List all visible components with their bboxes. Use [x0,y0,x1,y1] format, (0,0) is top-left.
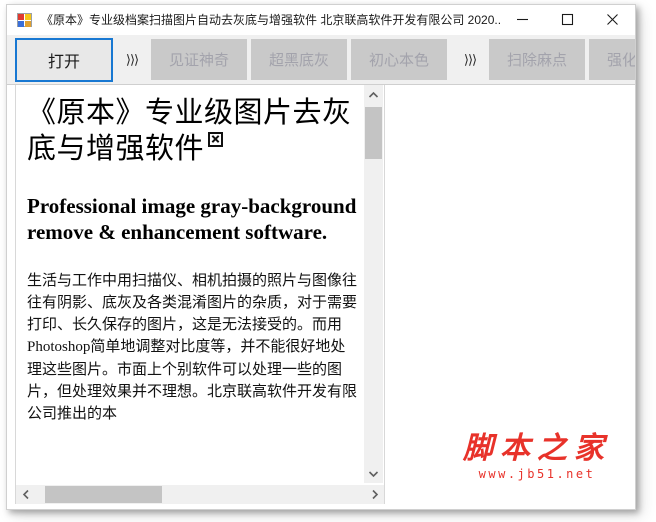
scroll-down-button[interactable] [364,464,383,483]
client-area: 《原本》专业级图片去灰底与增强软件 Professional image gra… [7,85,635,509]
title-bar: 《原本》专业级档案扫描图片自动去灰底与增强软件 北京联高软件开发有限公司 202… [7,5,635,35]
maximize-button[interactable] [545,6,590,34]
minimize-button[interactable] [500,6,545,34]
vertical-scroll-thumb[interactable] [365,107,382,159]
document-heading-cn: 《原本》专业级图片去灰底与增强软件 [27,95,359,167]
chevron-down-icon [368,470,379,477]
body-text-part1: 生活与工作中用扫描仪、相机拍摄的照片与图像往往有阴影、底灰及各类混淆图片的杂质，… [27,271,358,333]
enhance-contrast-button[interactable]: 强化对比 [589,39,635,80]
watermark-text: 脚本之家 [463,432,611,465]
witness-magic-button[interactable]: 见证神奇 [151,39,247,80]
toolbar-separator-1: ⟩⟩⟩ [125,51,139,67]
document-pane: 《原本》专业级图片去灰底与增强软件 Professional image gra… [15,85,385,504]
watermark: 脚本之家 www.jb51.net [463,433,611,482]
chevron-up-icon [368,91,379,98]
scroll-up-button[interactable] [364,85,383,104]
minimize-icon [517,18,528,21]
close-icon [607,14,618,25]
chevron-left-icon [22,489,29,500]
ultra-black-background-button[interactable]: 超黑底灰 [251,39,347,80]
open-button[interactable]: 打开 [15,37,113,82]
scroll-left-button[interactable] [16,485,35,504]
document-heading-en: Professional image gray-background remov… [27,194,357,244]
window-title: 《原本》专业级档案扫描图片自动去灰底与增强软件 北京联高软件开发有限公司 202… [41,12,500,27]
document-body-paragraph: 生活与工作中用扫描仪、相机拍摄的照片与图像往往有阴影、底灰及各类混淆图片的杂质，… [27,269,359,424]
horizontal-scroll-thumb[interactable] [45,486,162,503]
chevron-right-icon [371,489,378,500]
close-button[interactable] [590,6,635,34]
vertical-scrollbar[interactable] [364,85,383,483]
watermark-url: www.jb51.net [478,467,596,481]
broken-image-icon [208,132,224,147]
application-window: 《原本》专业级档案扫描图片自动去灰底与增强软件 北京联高软件开发有限公司 202… [6,4,636,510]
body-text-photoshop: Photoshop [27,339,91,355]
original-color-button[interactable]: 初心本色 [351,39,447,80]
document-text-viewport[interactable]: 《原本》专业级图片去灰底与增强软件 Professional image gra… [17,85,365,483]
document-heading-cn-text: 《原本》专业级图片去灰底与增强软件 [27,97,352,165]
toolbar-separator-2: ⟩⟩⟩ [463,51,477,67]
horizontal-scrollbar[interactable] [16,485,384,504]
remove-spots-button[interactable]: 扫除麻点 [489,39,585,80]
scroll-right-button[interactable] [365,485,384,504]
app-grid-icon [17,12,33,28]
toolbar: 打开 ⟩⟩⟩ 见证神奇 超黑底灰 初心本色 ⟩⟩⟩ 扫除麻点 强化对比 [7,35,635,85]
maximize-icon [561,13,574,26]
